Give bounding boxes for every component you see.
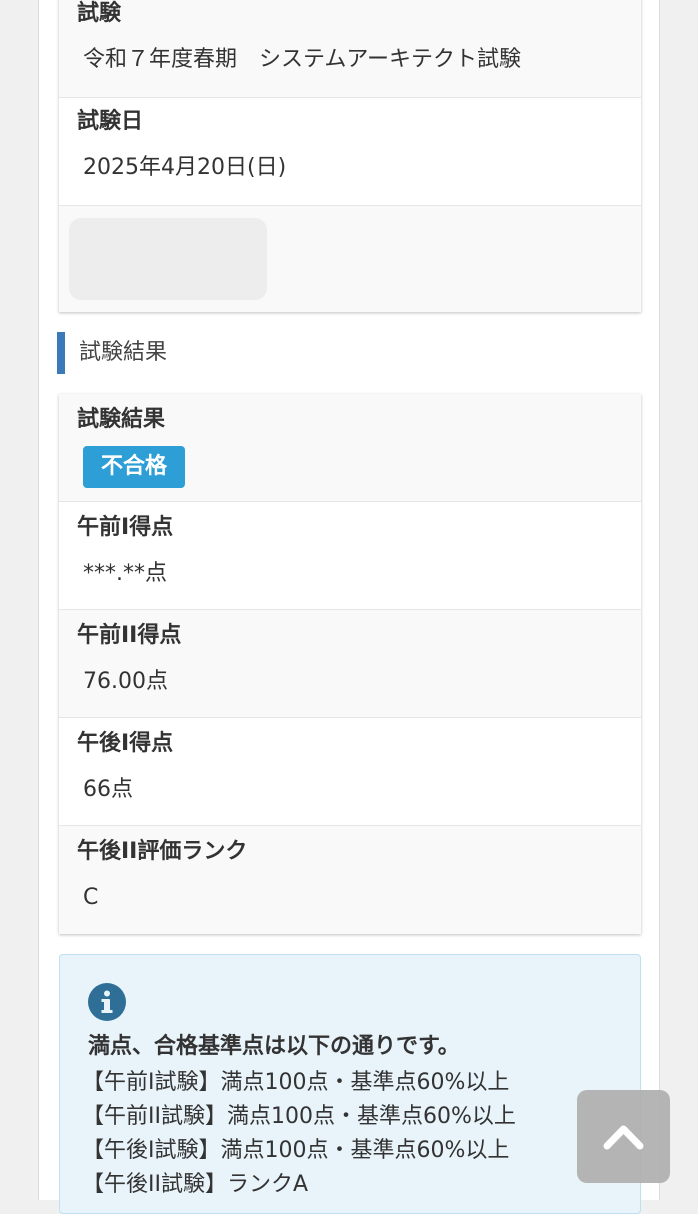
- action-row: [59, 206, 641, 312]
- info-line: 【午後I試験】満点100点・基準点60%以上: [82, 1138, 510, 1163]
- results-card: 試験結果 不合格 午前I得点 ***.**点 午前II得点 76.00点 午後I…: [59, 394, 641, 934]
- info-circle-icon: [88, 983, 126, 1021]
- exam-row: 試験 令和７年度春期 システムアーキテクト試験: [59, 0, 641, 98]
- exam-value: 令和７年度春期 システムアーキテクト試験: [83, 47, 522, 72]
- score-row: 午前II得点 76.00点: [59, 610, 641, 718]
- results-section-heading: 試験結果: [57, 332, 357, 374]
- chevron-up-icon: [603, 1125, 644, 1150]
- rank-label: 午後II評価ランク: [77, 839, 248, 864]
- info-line: 【午前II試験】満点100点・基準点60%以上: [82, 1104, 516, 1129]
- score-row: 午後II評価ランク C: [59, 826, 641, 934]
- info-title: 満点、合格基準点は以下の通りです。: [88, 1034, 460, 1059]
- result-label: 試験結果: [77, 407, 166, 432]
- exam-date-label: 試験日: [77, 109, 144, 134]
- score-value: 76.00点: [83, 669, 168, 694]
- score-label: 午前II得点: [77, 623, 182, 648]
- exam-date-value: 2025年4月20日(日): [83, 155, 287, 180]
- score-row: 午前I得点 ***.**点: [59, 502, 641, 610]
- page-container: 試験 令和７年度春期 システムアーキテクト試験 試験日 2025年4月20日(日…: [38, 0, 660, 1214]
- placeholder-button[interactable]: [69, 218, 267, 300]
- info-line: 【午前I試験】満点100点・基準点60%以上: [82, 1070, 510, 1095]
- score-label: 午前I得点: [77, 515, 174, 540]
- exam-label: 試験: [77, 1, 122, 26]
- score-value: 66点: [83, 777, 133, 802]
- score-row: 午後I得点 66点: [59, 718, 641, 826]
- result-row: 試験結果 不合格: [59, 394, 641, 502]
- exam-info-card: 試験 令和７年度春期 システムアーキテクト試験 試験日 2025年4月20日(日…: [59, 0, 641, 312]
- score-value: ***.**点: [83, 561, 167, 586]
- result-status-badge: 不合格: [83, 446, 185, 488]
- exam-date-row: 試験日 2025年4月20日(日): [59, 98, 641, 206]
- score-label: 午後I得点: [77, 731, 174, 756]
- info-line: 【午後II試験】ランクA: [82, 1172, 309, 1197]
- section-title: 試験結果: [79, 340, 168, 365]
- rank-value: C: [83, 885, 99, 910]
- heading-accent-bar: [57, 332, 65, 374]
- scroll-to-top-button[interactable]: [577, 1090, 670, 1183]
- info-box: 満点、合格基準点は以下の通りです。 【午前I試験】満点100点・基準点60%以上…: [59, 954, 641, 1214]
